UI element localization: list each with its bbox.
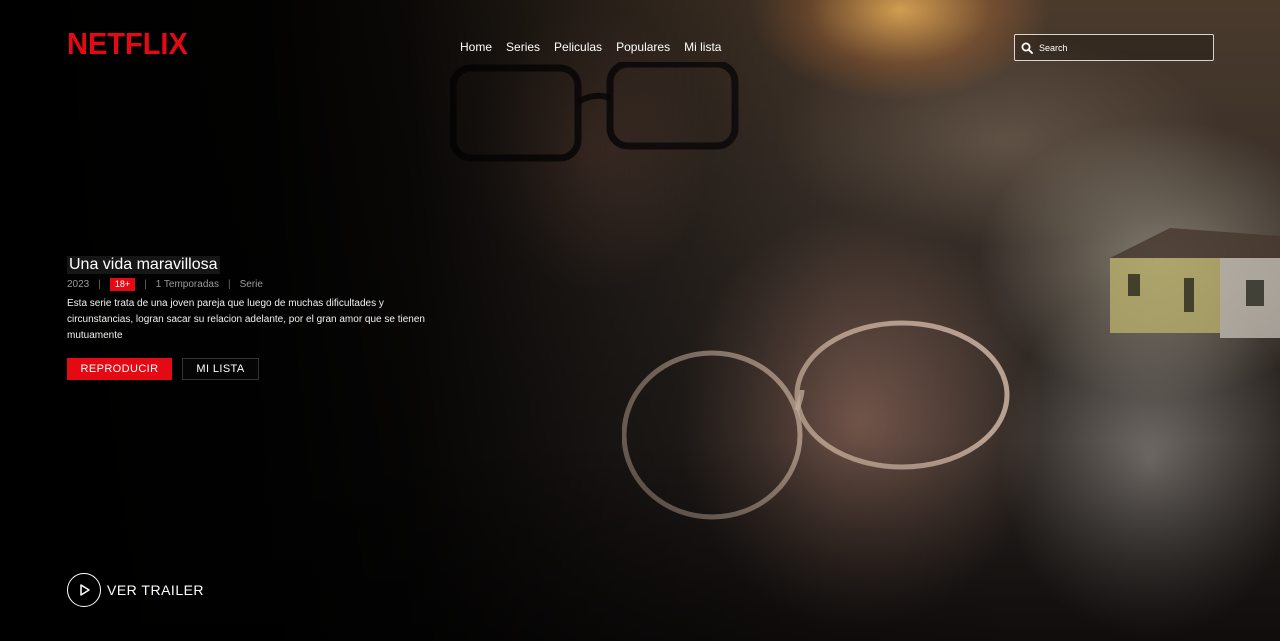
meta-divider: | [227,279,231,290]
hero-bottom-overlay [0,441,1280,641]
nav-home-link[interactable]: Home [460,40,492,54]
play-button[interactable]: REPRODUCIR [67,358,172,380]
show-year: 2023 [67,279,90,290]
netflix-logo[interactable]: NETFLIX [67,28,188,64]
meta-divider: | [144,279,147,290]
main-nav: Home Series Peliculas Populares Mi lista [460,40,721,54]
search-input[interactable] [1039,42,1213,53]
show-seasons: 1 Temporadas [155,279,219,290]
meta-divider: | [98,279,101,290]
show-meta: 2023 | 18+ | 1 Temporadas | Serie [67,278,263,291]
show-title: Una vida maravillosa [67,256,220,274]
play-circle[interactable] [67,573,101,607]
trailer-label: VER TRAILER [107,582,205,598]
my-list-button[interactable]: MI LISTA [182,358,259,380]
play-icon [80,584,90,596]
nav-populares-link[interactable]: Populares [616,40,670,54]
nav-series-link[interactable]: Series [506,40,540,54]
show-description: Esta serie trata de una joven pareja que… [67,298,425,341]
trailer-button[interactable]: VER TRAILER [67,573,204,607]
nav-peliculas-link[interactable]: Peliculas [554,40,602,54]
search-box[interactable] [1014,34,1214,61]
show-type: Serie [239,279,263,290]
nav-mi-lista-link[interactable]: Mi lista [684,40,721,54]
search-icon [1021,42,1033,54]
rating-badge: 18+ [109,278,136,291]
